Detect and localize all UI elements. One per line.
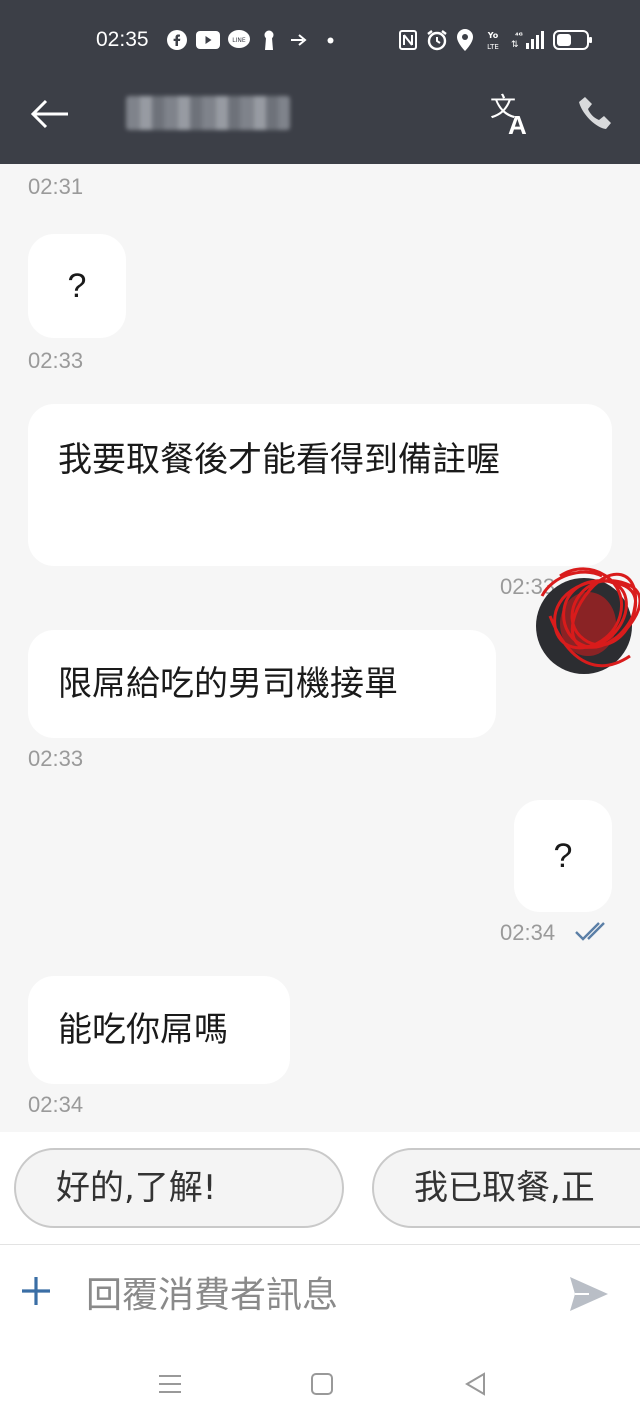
facebook-icon: [166, 30, 188, 50]
timestamp: 02:33: [28, 746, 84, 771]
message-incoming[interactable]: 能吃你屌嗎: [28, 976, 290, 1084]
chat-area[interactable]: 02:31 ? 02:33 我要取餐後才能看得到備註喔 02:33 限屌給吃的男…: [0, 164, 640, 1132]
app-bar: 文A: [0, 78, 640, 154]
timestamp: 02:33: [28, 348, 84, 373]
signal-4g-icon: ⁴ᴳ ⇅: [508, 30, 546, 50]
message-incoming[interactable]: 我要取餐後才能看得到備註喔: [28, 404, 612, 566]
volte-icon: Yo LTE: [484, 30, 502, 51]
svg-text:⁴ᴳ: ⁴ᴳ: [515, 31, 523, 40]
top-bar: 02:35 LINE Yo LTE ⁴ᴳ ⇅ 文 A: [0, 0, 640, 164]
plus-icon[interactable]: [18, 1273, 54, 1309]
phone-icon[interactable]: [576, 94, 616, 134]
timestamp: 02:34: [500, 920, 556, 945]
message-incoming[interactable]: ?: [28, 234, 126, 338]
back-nav-icon[interactable]: [462, 1370, 490, 1398]
message-input[interactable]: [86, 1265, 546, 1325]
quick-reply-chip[interactable]: 好的,了解!: [14, 1148, 344, 1228]
svg-text:A: A: [508, 110, 527, 136]
status-time: 02:35: [96, 28, 149, 51]
quick-reply-chip[interactable]: 我已取餐,正: [372, 1148, 640, 1228]
alarm-icon: [426, 30, 448, 51]
timestamp: 02:31: [28, 174, 84, 199]
home-icon[interactable]: [308, 1370, 336, 1398]
read-check-icon: [574, 920, 612, 946]
location-icon: [456, 29, 474, 51]
translate-icon[interactable]: 文A: [488, 92, 536, 140]
quick-replies: 好的,了解! 我已取餐,正: [0, 1132, 640, 1244]
youtube-icon: [196, 30, 220, 50]
timestamp: 02:34: [28, 1092, 84, 1117]
gesture-icon: [290, 30, 310, 50]
menu-icon[interactable]: [156, 1370, 184, 1398]
svg-text:LTE: LTE: [487, 43, 499, 51]
redaction-scribble: [540, 567, 640, 668]
message-incoming[interactable]: 限屌給吃的男司機接單: [28, 630, 496, 738]
svg-text:LINE: LINE: [232, 37, 246, 44]
nfc-icon: [398, 30, 418, 50]
keyhole-icon: [262, 30, 276, 50]
svg-text:Yo: Yo: [487, 31, 499, 40]
contact-name-redacted: [126, 96, 290, 130]
arrow-left-icon[interactable]: [28, 92, 72, 136]
composer: [0, 1244, 640, 1344]
message-outgoing[interactable]: ?: [514, 800, 612, 912]
line-icon: LINE: [228, 30, 250, 50]
dot-icon: [326, 30, 334, 50]
svg-text:⇅: ⇅: [511, 40, 519, 50]
battery-icon: [552, 30, 594, 50]
system-nav-bar: [0, 1344, 640, 1422]
status-bar: 02:35 LINE Yo LTE ⁴ᴳ ⇅: [0, 26, 640, 56]
send-icon[interactable]: [568, 1275, 610, 1313]
